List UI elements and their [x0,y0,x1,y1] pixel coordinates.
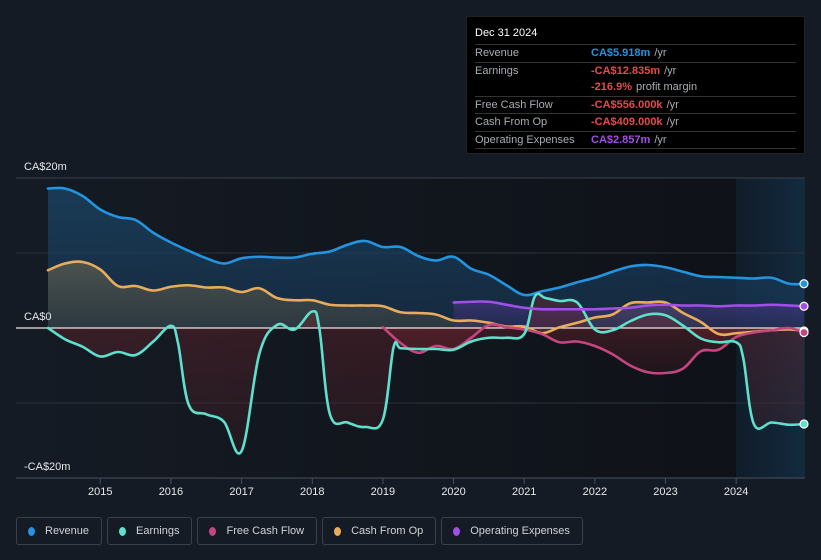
tooltip-value: -CA$556.000k [591,98,663,111]
tooltip-unit: /yr [654,47,667,60]
legend-label: Free Cash Flow [226,525,305,537]
y-tick-label-bottom: -CA$20m [24,461,70,473]
legend-label: Revenue [45,525,90,537]
tooltip-row-free-cash-flow: Free Cash Flow -CA$556.000k /yr [475,97,796,114]
legend-item-earnings[interactable]: Earnings [107,517,193,545]
legend-item-revenue[interactable]: Revenue [16,517,103,545]
tooltip-value: CA$2.857m [591,133,651,146]
x-tick-label: 2017 [229,486,253,498]
free-cash-flow-dot-icon [209,526,217,536]
legend-item-cash-from-op[interactable]: Cash From Op [322,517,437,545]
x-tick-label: 2016 [159,486,183,498]
x-tick-label: 2020 [441,486,465,498]
y-tick-label-top: CA$20m [24,161,67,173]
tooltip-value: -216.9% [591,81,632,94]
y-tick-label-zero: CA$0 [24,311,52,323]
tooltip-value: -CA$12.835m [591,64,661,77]
tooltip-unit: /yr [654,133,667,146]
tooltip-unit: /yr [666,116,679,129]
tooltip-label: Cash From Op [475,116,548,129]
tooltip-row-cash-from-op: Cash From Op -CA$409.000k /yr [475,114,796,132]
tooltip-value: -CA$409.000k [591,116,663,129]
tooltip-unit: profit margin [635,81,698,94]
legend-item-free-cash-flow[interactable]: Free Cash Flow [197,517,318,545]
cash-from-op-dot-icon [334,526,342,536]
legend: Revenue Earnings Free Cash Flow Cash Fro… [16,517,583,545]
tooltip-row-operating-expenses: Operating Expenses CA$2.857m /yr [475,132,796,149]
legend-item-operating-expenses[interactable]: Operating Expenses [441,517,583,545]
x-tick-label: 2019 [371,486,395,498]
earnings-end-point [799,419,809,429]
x-tick-label: 2021 [512,486,536,498]
tooltip-row-profit-margin: -216.9% profit margin [475,79,796,97]
tooltip-label: Earnings [475,64,519,77]
tooltip-label: Operating Expenses [475,133,575,146]
tooltip-unit: /yr [666,98,679,111]
tooltip-label: Revenue [475,47,520,60]
x-tick-label: 2022 [583,486,607,498]
x-tick-label: 2018 [300,486,324,498]
legend-label: Operating Expenses [470,525,570,537]
x-tick-label: 2015 [88,486,112,498]
x-tick-label: 2024 [724,486,748,498]
revenue-dot-icon [28,526,35,536]
operating-expenses-dot-icon [453,526,461,536]
legend-label: Earnings [136,525,180,537]
tooltip: Dec 31 2024 Revenue CA$5.918m /yr Earnin… [466,16,805,154]
tooltip-value: CA$5.918m [591,47,651,60]
operating-expenses-end-point [799,301,809,311]
tooltip-date: Dec 31 2024 [475,25,796,45]
free-cash-flow-end-point [799,327,809,338]
tooltip-label: Free Cash Flow [475,98,553,111]
tooltip-row-revenue: Revenue CA$5.918m /yr [475,45,796,63]
x-tick-label: 2023 [653,486,677,498]
revenue-end-point [799,279,809,289]
tooltip-unit: /yr [664,64,677,77]
legend-label: Cash From Op [351,525,424,537]
tooltip-row-earnings: Earnings -CA$12.835m /yr [475,63,796,80]
earnings-dot-icon [119,526,127,536]
